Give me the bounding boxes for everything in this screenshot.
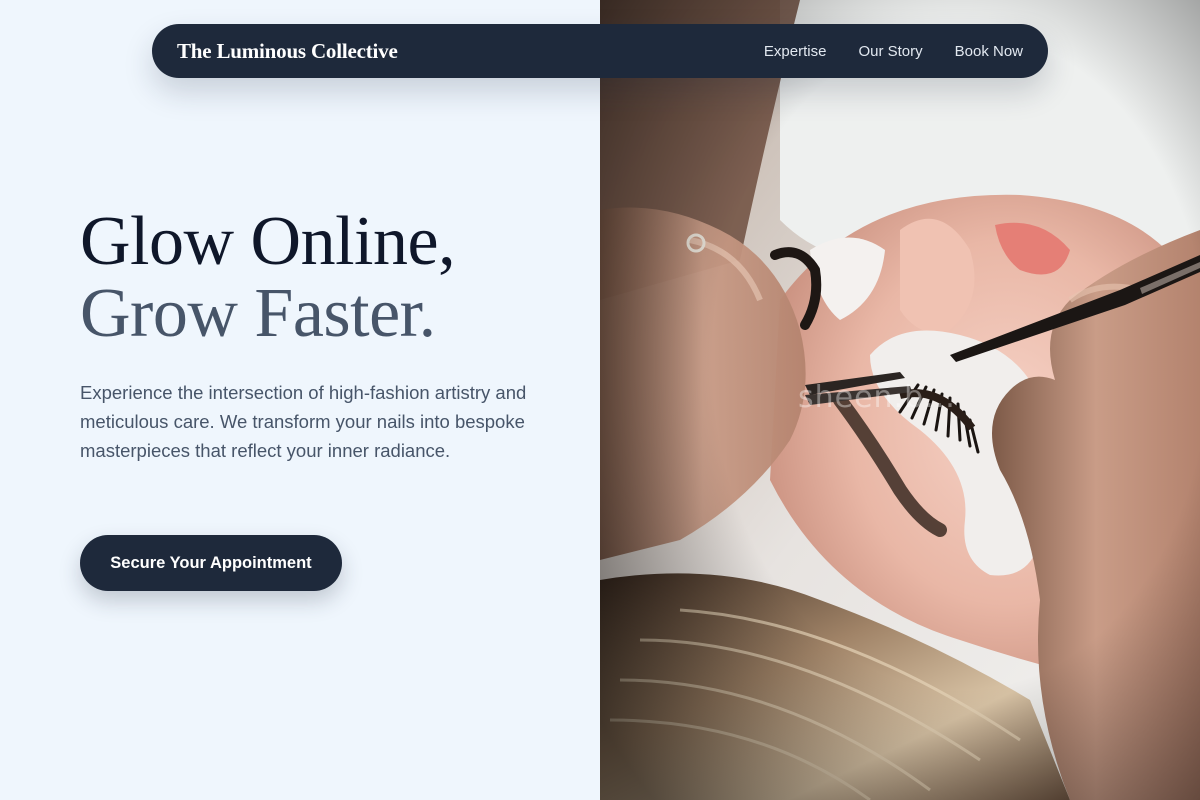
hero-description: Experience the intersection of high-fash… [80,382,527,461]
headline-line-1: Glow Online, [80,203,456,280]
hero-image: sheen.b... [600,0,1200,800]
nav-link-book-now[interactable]: Book Now [955,43,1023,60]
brand-logo[interactable]: The Luminous Collective [177,39,398,64]
nav-link-expertise[interactable]: Expertise [764,43,827,60]
nav-links: Expertise Our Story Book Now [764,43,1023,60]
nav-link-our-story[interactable]: Our Story [858,43,922,60]
top-navbar: The Luminous Collective Expertise Our St… [152,24,1048,78]
landing-page: sheen.b... The Luminous Collective Exper… [0,0,1200,800]
image-watermark: sheen.b... [798,380,956,415]
secure-appointment-button[interactable]: Secure Your Appointment [80,535,342,591]
hero-headline: Glow Online, Grow Faster. [80,203,456,352]
headline-line-2: Grow Faster. [80,275,436,352]
